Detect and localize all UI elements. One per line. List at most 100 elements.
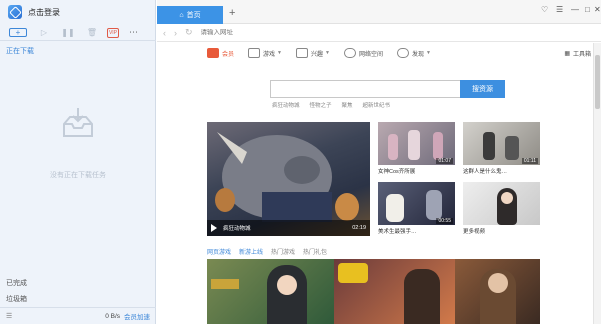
site-nav: 会员 游戏 ▼ 兴趣 ▼ 网络空间 发现 ▼ ▦ 工具箱 xyxy=(207,46,591,60)
vip-badge[interactable]: VIP xyxy=(107,27,119,38)
video-duration: 01:11 xyxy=(521,158,538,164)
game-art xyxy=(404,269,440,324)
featured-video[interactable]: 疯狂动物城 02:19 xyxy=(207,122,370,236)
address-bar: ‹ › ↻ xyxy=(157,24,601,42)
url-input[interactable] xyxy=(200,29,501,36)
app-logo-icon xyxy=(8,5,22,19)
new-task-button[interactable]: + xyxy=(9,28,27,37)
back-icon[interactable]: ‹ xyxy=(163,28,166,38)
game-card[interactable] xyxy=(455,259,540,324)
featured-video-thumbnail xyxy=(215,132,359,222)
hot-word[interactable]: 疯狂动物城 xyxy=(272,101,300,109)
vip-logo-icon xyxy=(207,48,219,58)
interest-icon xyxy=(295,48,308,58)
download-panel: 点击登录 + ▷ ❚❚ 🗑 VIP ⋯ 正在下载 没有正在下载任务 已完成 垃圾… xyxy=(0,0,156,324)
game-icon xyxy=(248,48,261,58)
video-caption: 这群人是什么鬼… xyxy=(463,169,508,175)
download-speed: 0 B/s xyxy=(105,312,120,320)
video-card[interactable]: 更多视频 xyxy=(463,182,540,235)
nav-cloud-label: 网络空间 xyxy=(358,51,383,58)
hot-word[interactable]: 超新世纪书 xyxy=(363,101,391,109)
more-icon[interactable]: ⋯ xyxy=(129,27,138,38)
accelerate-link[interactable]: 会员加速 xyxy=(124,311,150,321)
game-art xyxy=(277,275,297,295)
hot-words: 疯狂动物城 怪物之子 聚焦 超新世纪书 xyxy=(272,101,400,109)
nav-interest-label: 兴趣 xyxy=(310,51,323,58)
video-thumbnail: 01:11 xyxy=(463,122,540,165)
panel-header: 点击登录 xyxy=(0,0,156,24)
search-input[interactable] xyxy=(270,80,460,98)
tab-home[interactable]: ⌂ 首页 xyxy=(157,6,223,24)
game-card[interactable] xyxy=(207,259,334,324)
featured-video-title[interactable]: 疯狂动物城 xyxy=(223,224,251,232)
section-tab-hot[interactable]: 热门游戏 xyxy=(271,247,295,256)
video-card[interactable]: 00:55 美术生最强手… xyxy=(378,182,455,235)
video-card[interactable]: 01:11 这群人是什么鬼… xyxy=(463,122,540,175)
video-duration: 00:55 xyxy=(436,218,453,224)
empty-inbox-icon xyxy=(0,105,156,143)
featured-video-bar: 疯狂动物城 02:19 xyxy=(207,220,370,236)
maximize-icon[interactable]: □ xyxy=(585,5,590,14)
menu-icon[interactable]: ☰ xyxy=(556,5,563,14)
web-games-section: 网页游戏 新游上线 热门游戏 热门礼包 xyxy=(207,247,335,256)
vertical-scrollbar[interactable] xyxy=(593,43,601,324)
section-title: 网页游戏 xyxy=(207,250,232,256)
close-icon[interactable]: ✕ xyxy=(594,5,601,14)
delete-icon[interactable]: 🗑 xyxy=(83,27,101,38)
download-toolbar: + ▷ ❚❚ 🗑 VIP ⋯ xyxy=(0,25,156,41)
toolbox-icon: ▦ xyxy=(564,50,570,57)
category-trash[interactable]: 垃圾箱 xyxy=(6,294,27,304)
nav-game[interactable]: 游戏 ▼ xyxy=(248,48,282,58)
search-button[interactable]: 搜资源 xyxy=(460,80,505,98)
featured-video-duration: 02:19 xyxy=(352,225,366,231)
status-bar: ☰ 0 B/s 会员加速 xyxy=(0,307,156,324)
section-tab-gift[interactable]: 热门礼包 xyxy=(303,247,327,256)
video-card[interactable]: 01:07 女神Cos齐所展 xyxy=(378,122,455,175)
skin-icon[interactable]: ♡ xyxy=(541,5,548,14)
toolbox-button[interactable]: ▦ 工具箱 xyxy=(564,49,591,58)
nav-interest[interactable]: 兴趣 ▼ xyxy=(295,48,330,58)
home-icon: ⌂ xyxy=(179,11,184,19)
nav-cloud-space[interactable]: 网络空间 xyxy=(343,48,383,58)
hot-word[interactable]: 怪物之子 xyxy=(310,101,332,109)
chevron-down-icon: ▼ xyxy=(425,50,431,56)
scrollbar-thumb[interactable] xyxy=(595,55,600,109)
video-thumbnail: 01:07 xyxy=(378,122,455,165)
game-logo xyxy=(211,279,239,289)
category-completed[interactable]: 已完成 xyxy=(6,278,27,288)
video-thumbnail: 00:55 xyxy=(378,182,455,225)
minimize-icon[interactable]: — xyxy=(571,5,579,14)
refresh-icon[interactable]: ↻ xyxy=(185,27,193,38)
nav-discover[interactable]: 发现 ▼ xyxy=(396,48,431,58)
discover-icon xyxy=(396,48,409,58)
nav-discover-label: 发现 xyxy=(411,51,424,58)
video-duration: 01:07 xyxy=(436,158,453,164)
tab-bar: ⌂ 首页 + ♡ ☰ — □ ✕ xyxy=(157,0,601,24)
nav-game-label: 游戏 xyxy=(263,51,276,58)
cloud-space-icon xyxy=(343,48,356,58)
video-caption: 女神Cos齐所展 xyxy=(378,169,416,175)
section-tab-new[interactable]: 新游上线 xyxy=(239,247,263,256)
pause-icon[interactable]: ❚❚ xyxy=(59,27,77,38)
nav-vip-label: 会员 xyxy=(222,51,235,58)
chevron-down-icon: ▼ xyxy=(277,50,282,56)
tab-label: 首页 xyxy=(186,12,201,19)
game-card[interactable] xyxy=(334,259,455,324)
game-logo xyxy=(338,263,368,283)
hot-word[interactable]: 聚焦 xyxy=(342,101,353,109)
nav-vip[interactable]: 会员 xyxy=(207,48,234,58)
new-tab-button[interactable]: + xyxy=(229,7,235,19)
start-icon[interactable]: ▷ xyxy=(35,27,53,38)
empty-message: 没有正在下载任务 xyxy=(50,172,106,179)
game-art xyxy=(488,273,508,293)
play-icon[interactable] xyxy=(211,224,217,232)
login-link[interactable]: 点击登录 xyxy=(28,7,60,18)
category-downloading[interactable]: 正在下载 xyxy=(6,46,34,56)
toolbox-label: 工具箱 xyxy=(572,51,591,58)
video-thumbnail xyxy=(463,182,540,225)
settings-icon[interactable]: ☰ xyxy=(6,312,12,320)
video-caption: 更多视频 xyxy=(463,229,486,235)
video-caption: 美术生最强手… xyxy=(378,229,417,235)
chevron-down-icon: ▼ xyxy=(325,50,330,56)
forward-icon[interactable]: › xyxy=(174,28,177,38)
